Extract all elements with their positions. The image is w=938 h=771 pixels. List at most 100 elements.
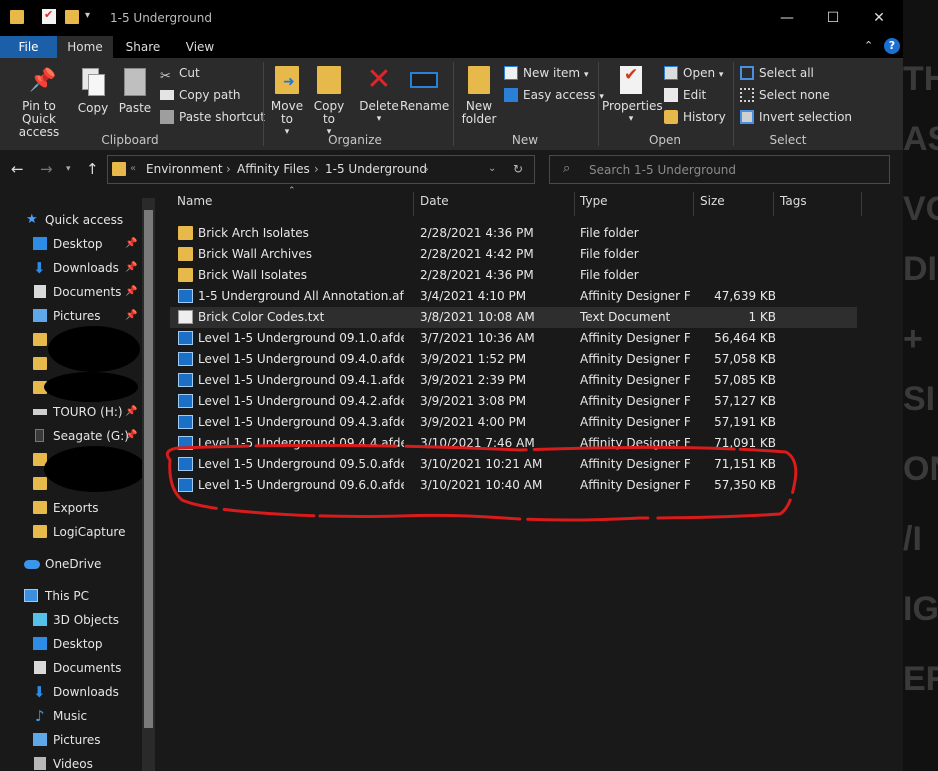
customize-quick-access-icon[interactable]: ▾ (85, 10, 101, 26)
recent-locations-icon[interactable]: ▾ (66, 164, 71, 174)
cloud-icon (24, 560, 40, 569)
sidebar-item-quick-access[interactable]: ★ Quick access (0, 208, 140, 232)
sidebar-item-pc-desktop[interactable]: Desktop (0, 632, 140, 656)
breadcrumb-separator-icon[interactable]: › (424, 162, 429, 176)
sidebar-item-label: Documents (53, 285, 122, 299)
breadcrumb-separator-icon[interactable]: › (226, 162, 231, 176)
ribbon-divider (263, 62, 264, 146)
refresh-icon[interactable]: ↻ (513, 162, 523, 176)
title-bar: ✔ ▾ 1-5 Underground — ☐ ✕ (0, 0, 903, 36)
desktop-icon (33, 237, 47, 250)
edit-button[interactable]: Edit (664, 88, 706, 102)
edit-label: Edit (683, 88, 707, 102)
select-none-label: Select none (759, 88, 830, 102)
sidebar-item-pc-pictures[interactable]: Pictures (0, 728, 140, 752)
sidebar-item-pictures[interactable]: Pictures 📌 (0, 304, 140, 328)
sidebar-item-label: Pictures (53, 733, 101, 747)
pin-quick-access-button[interactable]: 📌 Pin to Quick access (4, 68, 74, 139)
help-icon[interactable]: ? (884, 38, 900, 54)
clipboard-group-label: Clipboard (101, 133, 159, 147)
address-bar[interactable]: « Environment › Affinity Files › 1-5 Und… (107, 155, 535, 184)
overflow-chevron-icon[interactable]: « (130, 163, 136, 174)
tab-file[interactable]: File (0, 36, 57, 58)
copy-button[interactable]: Copy (76, 68, 110, 115)
paste-button[interactable]: Paste (117, 68, 153, 115)
pin-icon: 📌 (125, 238, 138, 249)
sidebar-item-label: Seagate (G:) (53, 429, 129, 443)
cut-button[interactable]: ✂ Cut (160, 66, 200, 84)
maximize-button[interactable]: ☐ (810, 4, 856, 32)
sidebar-item-videos[interactable]: Videos (0, 752, 140, 771)
copy-to-button[interactable]: Copy to ▾ (310, 66, 348, 139)
pictures-icon (33, 733, 47, 746)
minimize-button[interactable]: — (764, 4, 810, 32)
back-arrow-icon[interactable]: ← (11, 160, 24, 178)
delete-button[interactable]: ✕ Delete ▾ (358, 65, 400, 126)
move-to-button[interactable]: ➜ Move to ▾ (268, 66, 306, 139)
sidebar-item-3d-objects[interactable]: 3D Objects (0, 608, 140, 632)
copy-path-button[interactable]: Copy path (160, 88, 241, 102)
new-folder-icon[interactable] (65, 10, 79, 24)
rename-label: Rename (400, 99, 450, 113)
sidebar-item-seagate-drive[interactable]: Seagate (G:) 📌 (0, 424, 140, 448)
folder-icon (33, 333, 47, 346)
sidebar-item-documents[interactable]: Documents 📌 (0, 280, 140, 304)
sidebar-item-music[interactable]: ♪ Music (0, 704, 140, 728)
invert-selection-icon (740, 110, 754, 124)
sidebar-item-touro-drive[interactable]: TOURO (H:) 📌 (0, 400, 140, 424)
up-arrow-icon[interactable]: ↑ (86, 160, 99, 178)
breadcrumb-environment[interactable]: Environment (146, 162, 223, 176)
search-input[interactable]: Search 1-5 Underground (589, 163, 736, 177)
breadcrumb-1-5-underground[interactable]: 1-5 Underground (325, 162, 427, 176)
properties-icon[interactable]: ✔ (42, 8, 56, 24)
history-button[interactable]: History (664, 110, 726, 124)
collapse-ribbon-icon[interactable]: ⌃ (864, 39, 873, 52)
tab-home[interactable]: Home (57, 36, 113, 58)
sidebar-item-exports[interactable]: Exports (0, 496, 140, 520)
tab-share[interactable]: Share (118, 36, 168, 58)
tab-view[interactable]: View (175, 36, 225, 58)
usb-drive-icon (33, 409, 47, 415)
rename-button[interactable]: Rename (400, 66, 450, 113)
file-list: ⌃ Name Date Type Size Tags Brick Arch Is… (160, 186, 903, 771)
close-button[interactable]: ✕ (856, 4, 902, 32)
organize-group-label: Organize (328, 133, 382, 147)
redaction-mark (44, 446, 146, 492)
document-icon (34, 285, 46, 298)
breadcrumb-affinity-files[interactable]: Affinity Files (237, 162, 310, 176)
properties-button[interactable]: ✔ Properties ▾ (602, 66, 663, 126)
forward-arrow-icon[interactable]: → (40, 160, 53, 178)
sidebar-item-downloads[interactable]: ⬇ Downloads 📌 (0, 256, 140, 280)
sidebar-item-label: Quick access (45, 213, 124, 227)
address-dropdown-icon[interactable]: ⌄ (488, 163, 496, 174)
open-button[interactable]: Open ▾ (664, 66, 723, 80)
sidebar-item-desktop[interactable]: Desktop 📌 (0, 232, 140, 256)
sidebar-item-this-pc[interactable]: This PC (0, 584, 140, 608)
sidebar-item-label: Pictures (53, 309, 101, 323)
ribbon: 📌 Pin to Quick access Copy Paste ✂ Cut Co… (0, 58, 903, 151)
sidebar-scrollbar-thumb[interactable] (144, 210, 153, 728)
sidebar-item-label: This PC (45, 589, 89, 603)
breadcrumb-separator-icon[interactable]: › (314, 162, 319, 176)
easy-access-button[interactable]: Easy access ▾ (504, 88, 604, 102)
new-group-label: New (511, 133, 539, 147)
paste-shortcut-icon (160, 110, 174, 124)
select-all-button[interactable]: Select all (740, 66, 814, 80)
paste-shortcut-button[interactable]: Paste shortcut (160, 110, 265, 124)
select-none-button[interactable]: Select none (740, 88, 830, 102)
search-box[interactable]: ⌕ Search 1-5 Underground (549, 155, 890, 184)
sidebar-item-pc-downloads[interactable]: ⬇ Downloads (0, 680, 140, 704)
pin-icon: 📌 (125, 286, 138, 297)
cube-icon (33, 613, 47, 626)
sidebar-item-logicapture[interactable]: LogiCapture (0, 520, 140, 544)
sidebar-item-label: 3D Objects (53, 613, 120, 627)
redaction-mark (48, 326, 140, 372)
folder-icon (33, 477, 47, 490)
new-folder-button[interactable]: New folder (457, 66, 501, 126)
sidebar-item-pc-documents[interactable]: Documents (0, 656, 140, 680)
sidebar-item-label: Desktop (53, 637, 103, 651)
invert-selection-button[interactable]: Invert selection (740, 110, 852, 124)
pin-quick-access-label: Pin to Quick access (18, 99, 60, 139)
sidebar-item-onedrive[interactable]: OneDrive (0, 552, 140, 576)
new-item-button[interactable]: New item ▾ (504, 66, 588, 80)
